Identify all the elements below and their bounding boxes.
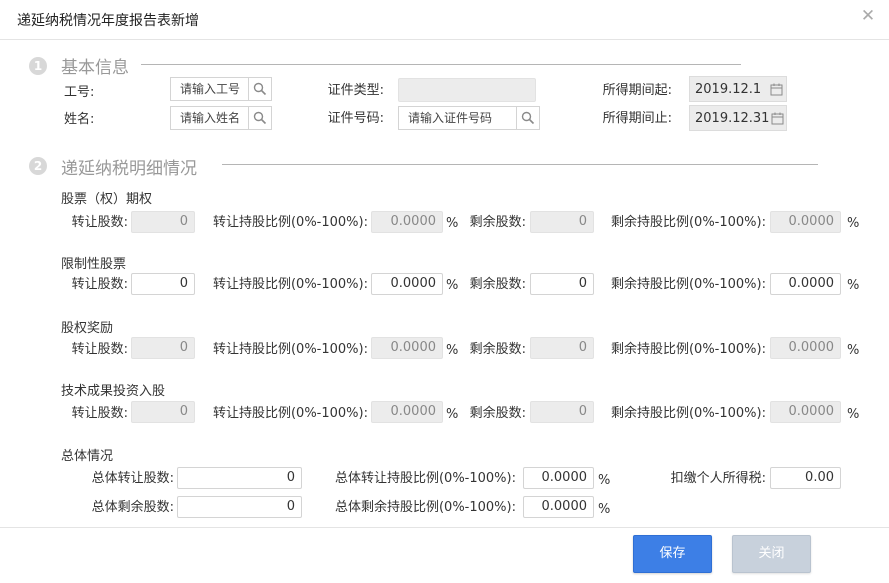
percent-sign: % bbox=[446, 278, 459, 293]
total-remain-label: 总体剩余股数: bbox=[91, 500, 174, 515]
group-title-equity-award: 股权奖励 bbox=[61, 321, 114, 336]
dialog-title: 递延纳税情况年度报告表新增 bbox=[17, 13, 199, 29]
cert-no-label: 证件号码: bbox=[327, 111, 384, 126]
transfer-shares-input[interactable]: 0 bbox=[131, 337, 195, 359]
calendar-icon[interactable] bbox=[766, 83, 786, 96]
total-transfer-label: 总体转让股数: bbox=[91, 471, 174, 486]
period-start-label: 所得期间起: bbox=[602, 83, 672, 98]
transfer-ratio-input[interactable]: 0.0000 bbox=[371, 273, 443, 295]
percent-sign: % bbox=[598, 473, 611, 488]
section-2-title: 递延纳税明细情况 bbox=[61, 159, 197, 179]
transfer-shares-input[interactable]: 0 bbox=[131, 273, 195, 295]
remain-shares-label: 剩余股数: bbox=[469, 406, 526, 421]
section-2-rule bbox=[222, 164, 818, 165]
section-1-number: 1 bbox=[29, 57, 47, 75]
remain-ratio-label: 剩余持股比例(0%-100%): bbox=[610, 342, 766, 357]
period-end-date[interactable]: 2019.12.31 bbox=[689, 105, 787, 131]
remain-ratio-label: 剩余持股比例(0%-100%): bbox=[610, 277, 766, 292]
percent-sign: % bbox=[847, 216, 860, 231]
remain-ratio-label: 剩余持股比例(0%-100%): bbox=[610, 215, 766, 230]
percent-sign: % bbox=[446, 407, 459, 422]
remain-shares-label: 剩余股数: bbox=[469, 342, 526, 357]
name-label: 姓名: bbox=[64, 112, 95, 127]
transfer-shares-input[interactable]: 0 bbox=[131, 211, 195, 233]
percent-sign: % bbox=[847, 407, 860, 422]
transfer-ratio-input[interactable]: 0.0000 bbox=[371, 211, 443, 233]
remain-ratio-input[interactable]: 0.0000 bbox=[770, 211, 841, 233]
cert-type-label: 证件类型: bbox=[327, 83, 384, 98]
name-input[interactable]: 请输入姓名 bbox=[171, 107, 248, 129]
remain-ratio-input[interactable]: 0.0000 bbox=[770, 401, 841, 423]
total-remain-input[interactable]: 0 bbox=[177, 496, 302, 518]
percent-sign: % bbox=[598, 502, 611, 517]
shares-label: 转让股数: bbox=[71, 277, 128, 292]
footer-divider bbox=[0, 527, 889, 528]
percent-sign: % bbox=[847, 278, 860, 293]
remain-shares-input[interactable]: 0 bbox=[530, 273, 594, 295]
search-icon[interactable] bbox=[248, 107, 271, 129]
ratio-label: 转让持股比例(0%-100%): bbox=[212, 406, 368, 421]
emp-no-input[interactable]: 请输入工号 bbox=[171, 78, 248, 100]
tax-label: 扣缴个人所得税: bbox=[670, 471, 766, 486]
remain-ratio-input[interactable]: 0.0000 bbox=[770, 337, 841, 359]
total-remain-ratio-label: 总体剩余持股比例(0%-100%): bbox=[334, 500, 516, 515]
remain-ratio-label: 剩余持股比例(0%-100%): bbox=[610, 406, 766, 421]
period-start-value: 2019.12.1 bbox=[695, 81, 762, 97]
search-icon[interactable] bbox=[248, 78, 271, 100]
period-end-value: 2019.12.31 bbox=[695, 110, 770, 126]
group-title-stock-option: 股票（权）期权 bbox=[61, 192, 153, 207]
calendar-icon[interactable] bbox=[769, 112, 786, 125]
emp-no-label: 工号: bbox=[64, 85, 95, 100]
transfer-ratio-input[interactable]: 0.0000 bbox=[371, 337, 443, 359]
emp-no-search-field[interactable]: 请输入工号 bbox=[170, 77, 272, 101]
remain-ratio-input[interactable]: 0.0000 bbox=[770, 273, 841, 295]
shares-label: 转让股数: bbox=[71, 406, 128, 421]
remain-shares-input[interactable]: 0 bbox=[530, 211, 594, 233]
name-search-field[interactable]: 请输入姓名 bbox=[170, 106, 272, 130]
section-2-number: 2 bbox=[29, 157, 47, 175]
percent-sign: % bbox=[446, 216, 459, 231]
group-title-tech-investment: 技术成果投资入股 bbox=[61, 384, 166, 399]
period-start-date[interactable]: 2019.12.1 bbox=[689, 76, 787, 102]
overall-title: 总体情况 bbox=[61, 449, 114, 464]
section-1-title: 基本信息 bbox=[61, 58, 129, 78]
close-icon[interactable]: ✕ bbox=[857, 5, 879, 27]
group-title-restricted-stock: 限制性股票 bbox=[61, 257, 127, 272]
transfer-ratio-input[interactable]: 0.0000 bbox=[371, 401, 443, 423]
close-button[interactable]: 关闭 bbox=[732, 535, 811, 573]
percent-sign: % bbox=[847, 343, 860, 358]
total-transfer-input[interactable]: 0 bbox=[177, 467, 302, 489]
section-1-rule bbox=[141, 64, 741, 65]
shares-label: 转让股数: bbox=[71, 342, 128, 357]
save-button[interactable]: 保存 bbox=[633, 535, 712, 573]
percent-sign: % bbox=[446, 343, 459, 358]
search-icon[interactable] bbox=[516, 107, 539, 129]
ratio-label: 转让持股比例(0%-100%): bbox=[212, 215, 368, 230]
header-divider bbox=[0, 39, 889, 40]
remain-shares-input[interactable]: 0 bbox=[530, 401, 594, 423]
total-transfer-ratio-input[interactable]: 0.0000 bbox=[523, 467, 594, 489]
cert-type-select[interactable] bbox=[398, 78, 536, 102]
ratio-label: 转让持股比例(0%-100%): bbox=[212, 342, 368, 357]
remain-shares-input[interactable]: 0 bbox=[530, 337, 594, 359]
remain-shares-label: 剩余股数: bbox=[469, 215, 526, 230]
total-transfer-ratio-label: 总体转让持股比例(0%-100%): bbox=[334, 471, 516, 486]
cert-no-input[interactable]: 请输入证件号码 bbox=[399, 107, 516, 129]
transfer-shares-input[interactable]: 0 bbox=[131, 401, 195, 423]
ratio-label: 转让持股比例(0%-100%): bbox=[212, 277, 368, 292]
tax-input[interactable]: 0.00 bbox=[770, 467, 841, 489]
remain-shares-label: 剩余股数: bbox=[469, 277, 526, 292]
period-end-label: 所得期间止: bbox=[602, 111, 672, 126]
shares-label: 转让股数: bbox=[71, 215, 128, 230]
cert-no-search-field[interactable]: 请输入证件号码 bbox=[398, 106, 540, 130]
total-remain-ratio-input[interactable]: 0.0000 bbox=[523, 496, 594, 518]
